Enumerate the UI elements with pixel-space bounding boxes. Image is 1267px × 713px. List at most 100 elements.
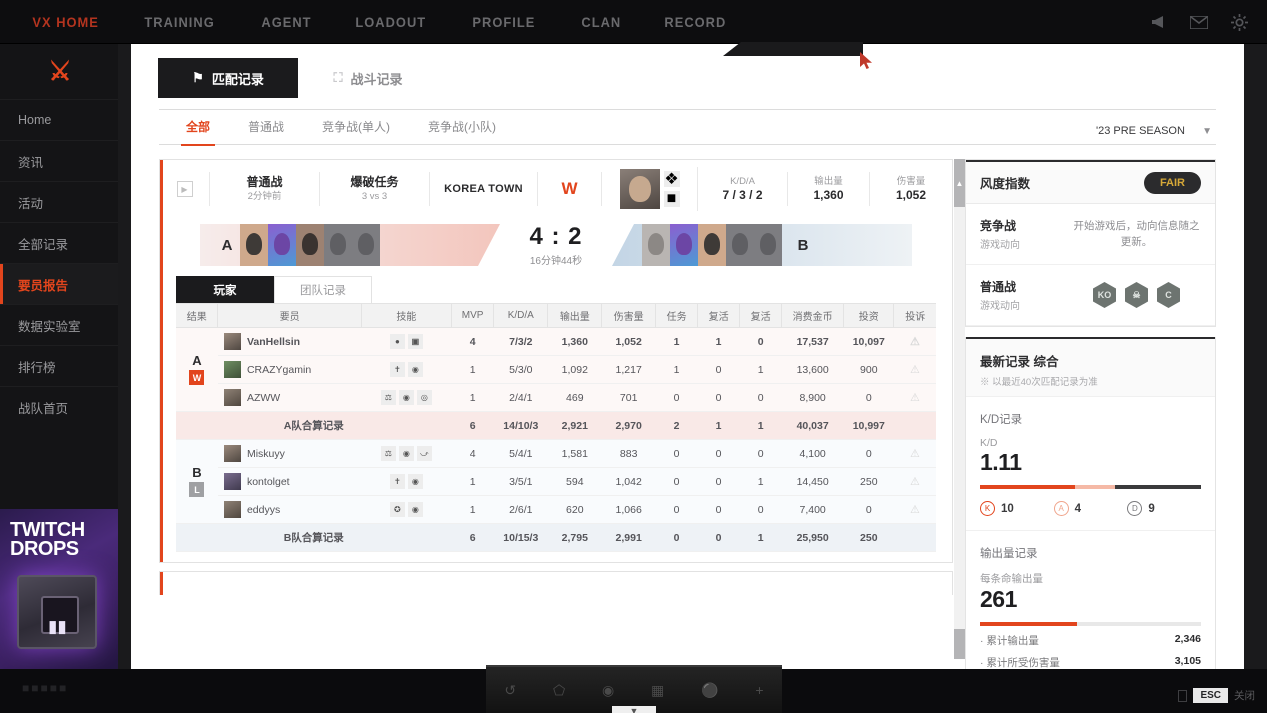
output-value: 1,360: [813, 188, 844, 202]
nav-item-loadout[interactable]: LOADOUT: [337, 14, 445, 30]
output-bar: [980, 622, 1201, 626]
grenade-icon: ◉: [601, 681, 615, 698]
report-cell[interactable]: ⚠: [893, 355, 936, 384]
team-a-player-5-icon: [352, 224, 380, 266]
nav-item-record[interactable]: RECORD: [646, 14, 745, 30]
hook-skill-icon: ⤻: [416, 446, 432, 461]
megaphone-icon[interactable]: [1139, 0, 1179, 44]
player-name-cell[interactable]: AZWW: [217, 383, 362, 412]
report-cell[interactable]: ⚠: [893, 383, 936, 412]
twitch-drops-banner[interactable]: TWITCH DROPS ▮▮: [0, 509, 118, 669]
sidebar-item-clan-home[interactable]: 战队首页: [0, 386, 118, 427]
nav-item-agent[interactable]: AGENT: [243, 14, 330, 30]
tab-combat-records[interactable]: ⛶ 战斗记录: [298, 58, 438, 98]
player-mvp: 1: [451, 467, 494, 496]
warning-icon[interactable]: ⚠: [910, 364, 920, 376]
brand-logo[interactable]: ⚔: [0, 44, 118, 99]
team-a-result-badge: W: [189, 370, 205, 385]
score-center: 4 : 2 16分钟44秒: [500, 223, 612, 267]
scan-skill-icon: ◉: [398, 446, 414, 461]
scan-skill-icon: ◉: [407, 474, 423, 489]
mail-icon[interactable]: [1179, 0, 1219, 44]
team-a-player-1-icon: [240, 224, 268, 266]
team-b-player-2-icon: [670, 224, 698, 266]
player-name-cell[interactable]: VanHellsin: [217, 327, 362, 356]
sidebar-item-agent-report[interactable]: 要员报告: [0, 263, 118, 304]
sidebar-item-home[interactable]: Home: [0, 99, 118, 140]
warning-icon[interactable]: ⚠: [910, 392, 920, 404]
report-cell[interactable]: ⚠: [893, 467, 936, 496]
tab-match-records[interactable]: ⚑ 匹配记录: [158, 58, 298, 98]
player-name-cell[interactable]: Miskuyy: [217, 439, 362, 468]
col-output: 输出量: [547, 303, 603, 328]
sidebar-label: 要员报告: [18, 278, 69, 293]
warning-icon[interactable]: ⚠: [910, 336, 920, 348]
player-mvp: 4: [451, 327, 494, 356]
team-b-total-respawn: 1: [739, 523, 782, 552]
nav-item-clan[interactable]: CLAN: [563, 14, 640, 30]
output-total-label: · 累计输出量: [980, 635, 1039, 647]
player-mvp: 1: [451, 355, 494, 384]
sidebar-item-events[interactable]: 活动: [0, 181, 118, 222]
expand-match-button[interactable]: ▶: [176, 181, 193, 197]
nav-item-training[interactable]: TRAINING: [126, 14, 233, 30]
next-match-card-peek[interactable]: [159, 571, 953, 595]
table-row[interactable]: B L Miskuyy ⚖ ◉ ⤻ 4 5/4/1 1,581 883 0 0 …: [176, 439, 936, 524]
table-row[interactable]: AZWW ⚖ ◉ ◎ 1 2/4/1 469 701 0 0 0 8,900 0…: [176, 383, 936, 412]
player-output: 1,581: [547, 439, 602, 468]
filter-tab-ranked-solo[interactable]: 竞争战(单人): [303, 109, 409, 145]
filter-tab-all[interactable]: 全部: [167, 109, 229, 146]
match-list-scrollbar[interactable]: ▲: [954, 159, 965, 659]
scrollbar-thumb-bottom[interactable]: [954, 629, 965, 659]
grenade-skill-icon: ✪: [389, 502, 405, 517]
table-row[interactable]: eddyys ✪ ◉ 1 2/6/1 620 1,066 0 0 0 7,400…: [176, 495, 936, 524]
esc-key[interactable]: ESC: [1193, 688, 1228, 703]
table-row[interactable]: CRAZYgamin ✝ ◉ 1 5/3/0 1,092 1,217 1 0 1…: [176, 355, 936, 384]
manner-row-normal-labels: 普通战 游戏动向: [980, 278, 1072, 312]
skull-badge-icon: ☠: [1125, 282, 1148, 308]
view-tab-team-records[interactable]: 团队记录: [274, 276, 372, 303]
player-mvp: 1: [451, 383, 494, 412]
filter-tab-ranked-squad[interactable]: 竞争战(小队): [409, 109, 515, 145]
top-nav-items: VX HOME TRAINING AGENT LOADOUT PROFILE C…: [0, 14, 753, 30]
warning-icon[interactable]: ⚠: [910, 448, 920, 460]
sidebar-item-leaderboard[interactable]: 排行榜: [0, 345, 118, 386]
stats-table-head: 结果 要员 技能 MVP K/D/A 输出量 伤害量 任务 复活 复活 消费金币…: [176, 303, 936, 328]
warning-icon[interactable]: ⚠: [910, 476, 920, 488]
filter-tab-normal[interactable]: 普通战: [229, 109, 303, 145]
player-name-cell[interactable]: kontolget: [217, 467, 362, 496]
sidebar-label: 全部记录: [18, 237, 69, 252]
warning-icon[interactable]: ⚠: [910, 504, 920, 516]
player-name-cell[interactable]: eddyys: [217, 495, 362, 524]
nav-item-vx-home[interactable]: VX HOME: [14, 14, 117, 30]
sidebar-item-data-lab[interactable]: 数据实验室: [0, 304, 118, 345]
view-tab-players[interactable]: 玩家: [176, 276, 274, 303]
report-cell[interactable]: ⚠: [893, 327, 936, 356]
sidebar-item-all-records[interactable]: 全部记录: [0, 222, 118, 263]
sidebar-item-news[interactable]: 资讯: [0, 140, 118, 181]
player-name: Miskuyy: [246, 447, 285, 460]
team-a-player-4-icon: [324, 224, 352, 266]
esc-close-control[interactable]: ESC 关闭: [1178, 688, 1255, 703]
report-cell[interactable]: ⚠: [893, 495, 936, 524]
scrollbar-thumb[interactable]: ▲: [954, 159, 965, 207]
team-b-total-revive: 0: [697, 523, 740, 552]
player-skills-cell: ⚖ ◉ ◎: [361, 383, 452, 412]
output-block-title: 输出量记录: [980, 548, 1038, 560]
season-selector[interactable]: '23 PRE SEASON ▼: [1086, 118, 1216, 144]
manner-row-normal: 普通战 游戏动向 KO ☠ C: [966, 265, 1215, 326]
hud-collapse-tab[interactable]: ▼: [612, 706, 656, 713]
report-cell[interactable]: ⚠: [893, 439, 936, 468]
player-name-cell[interactable]: CRAZYgamin: [217, 355, 362, 384]
nav-item-profile[interactable]: PROFILE: [454, 14, 554, 30]
table-row[interactable]: A W VanHellsin ● ▣ 4 7/3/2 1,360 1,052 1…: [176, 327, 936, 412]
team-b-result-badge: L: [189, 482, 205, 497]
match-summary-row[interactable]: ▶ 普通战 2分钟前 爆破任务 3 vs 3 KOREA TOWN W ❖ ■ …: [160, 160, 952, 218]
output-bar-fill: [980, 622, 1078, 626]
gear-icon[interactable]: [1219, 0, 1259, 44]
damage-taken-row: · 累计所受伤害量 3,105: [980, 655, 1201, 670]
knife-icon: ⬠: [552, 681, 566, 698]
tab-label: 战斗记录: [350, 71, 403, 87]
table-row[interactable]: kontolget ✝ ◉ 1 3/5/1 594 1,042 0 0 1 14…: [176, 467, 936, 496]
team-b-total-kda: 10/15/3: [493, 523, 548, 552]
